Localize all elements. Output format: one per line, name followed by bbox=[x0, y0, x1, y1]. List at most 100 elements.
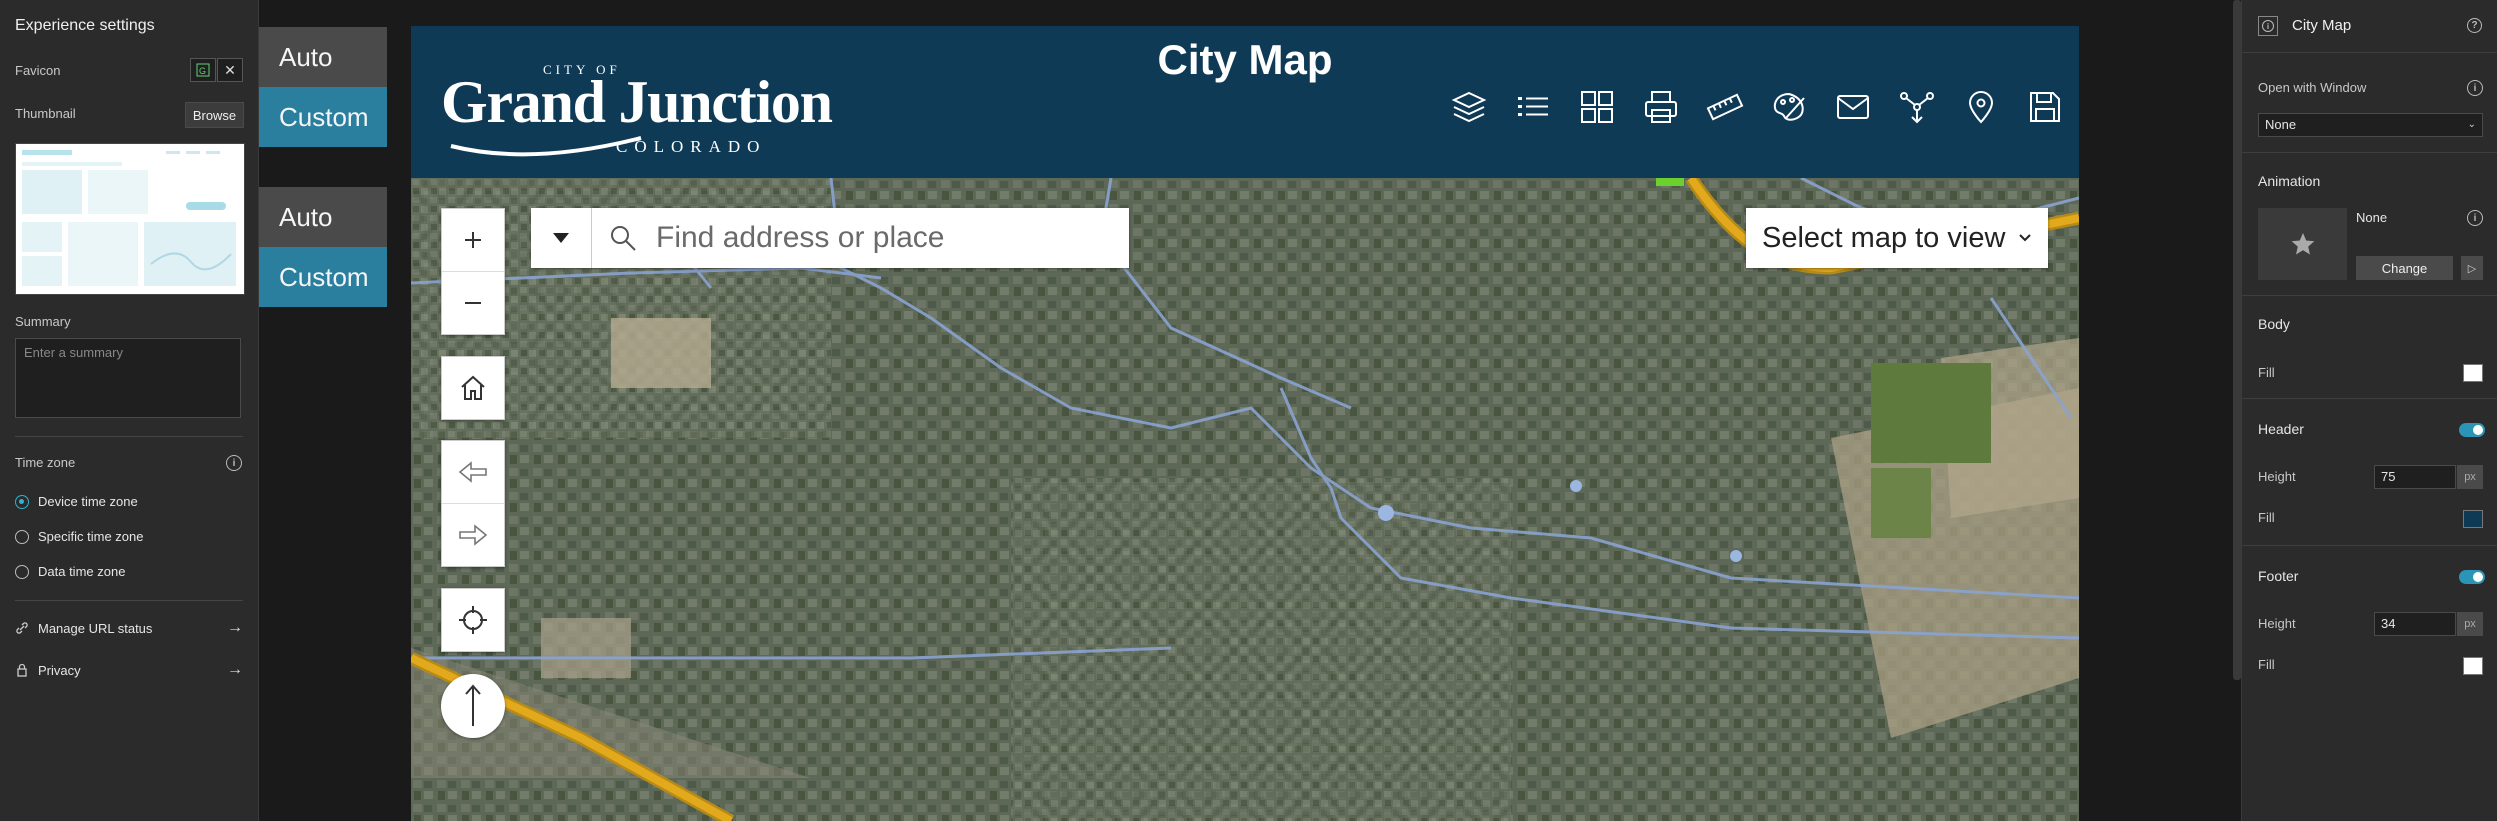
body-label: Body bbox=[2258, 316, 2290, 332]
page-settings-panel: i City Map ? Open with Window i None ⌄ A… bbox=[2241, 0, 2497, 821]
open-with-window-value: None bbox=[2265, 117, 2297, 132]
divider bbox=[15, 600, 243, 601]
auto-mode-button[interactable]: Auto bbox=[259, 27, 387, 87]
info-icon[interactable]: i bbox=[2467, 210, 2483, 226]
open-with-window-label: Open with Window bbox=[2258, 80, 2367, 95]
animation-label: Animation bbox=[2258, 173, 2321, 189]
zoom-in-button[interactable] bbox=[442, 209, 504, 271]
header-fill-swatch[interactable] bbox=[2463, 510, 2483, 528]
locate-pin-icon[interactable] bbox=[1949, 82, 2013, 132]
layers-icon[interactable] bbox=[1437, 82, 1501, 132]
play-icon: ▷ bbox=[2467, 262, 2477, 275]
divider bbox=[2242, 398, 2497, 399]
share-email-icon[interactable] bbox=[1821, 82, 1885, 132]
browse-button[interactable]: Browse bbox=[185, 102, 244, 128]
map-select-dropdown[interactable]: Select map to view bbox=[1746, 208, 2048, 268]
home-control bbox=[441, 356, 505, 420]
crosshair-icon bbox=[459, 606, 487, 634]
arrow-left-icon bbox=[458, 461, 487, 483]
open-with-window-select[interactable]: None ⌄ bbox=[2258, 113, 2483, 137]
mode-toggle-group: Auto Custom bbox=[259, 27, 387, 147]
measure-icon[interactable] bbox=[1693, 82, 1757, 132]
search-widget bbox=[531, 208, 1129, 268]
map-view[interactable]: Select map to view bbox=[411, 178, 2079, 821]
footer-toggle[interactable] bbox=[2459, 570, 2485, 584]
thumbnail-preview[interactable] bbox=[15, 143, 245, 295]
draw-icon[interactable] bbox=[1757, 82, 1821, 132]
radio-specific-time-zone[interactable] bbox=[15, 530, 29, 544]
footer-fill-swatch[interactable] bbox=[2463, 657, 2483, 675]
header-label: Header bbox=[2258, 421, 2304, 437]
info-icon[interactable]: i bbox=[226, 455, 242, 471]
divider bbox=[15, 436, 243, 437]
radio-label-data: Data time zone bbox=[38, 564, 126, 579]
previous-extent-button[interactable] bbox=[442, 441, 504, 503]
header-toggle[interactable] bbox=[2459, 423, 2485, 437]
zoom-out-button[interactable] bbox=[442, 271, 504, 334]
panel-title: Experience settings bbox=[15, 17, 155, 34]
custom-mode-button[interactable]: Custom bbox=[259, 247, 387, 307]
manage-url-status-link[interactable]: Manage URL status → bbox=[15, 619, 243, 639]
help-icon[interactable]: ? bbox=[2467, 18, 2482, 33]
page-icon: i bbox=[2258, 16, 2278, 36]
custom-mode-button[interactable]: Custom bbox=[259, 87, 387, 147]
panel-header: i City Map ? bbox=[2242, 0, 2497, 53]
basemap-gallery-icon[interactable] bbox=[1565, 82, 1629, 132]
print-icon[interactable] bbox=[1629, 82, 1693, 132]
page-name: City Map bbox=[2292, 17, 2352, 34]
info-icon: i bbox=[2262, 20, 2274, 32]
summary-textarea[interactable]: Enter a summary bbox=[15, 338, 241, 418]
canvas-scrollbar[interactable] bbox=[2233, 0, 2241, 680]
search-source-dropdown[interactable] bbox=[531, 208, 592, 268]
header-height-unit: px bbox=[2457, 465, 2483, 489]
animation-preview bbox=[2258, 208, 2347, 280]
radio-label-specific: Specific time zone bbox=[38, 529, 144, 544]
caret-down-icon bbox=[553, 233, 569, 243]
remove-favicon-button[interactable]: ✕ bbox=[217, 58, 243, 82]
next-extent-button[interactable] bbox=[442, 503, 504, 566]
radio-device-time-zone[interactable] bbox=[15, 495, 29, 509]
privacy-link[interactable]: Privacy → bbox=[15, 661, 243, 681]
search-input[interactable] bbox=[654, 208, 1129, 268]
footer-height-input[interactable]: 34 bbox=[2374, 612, 2456, 636]
footer-height-label: Height bbox=[2258, 616, 2296, 631]
auto-mode-button[interactable]: Auto bbox=[259, 187, 387, 247]
chevron-down-icon: ⌄ bbox=[2467, 119, 2476, 130]
home-icon bbox=[461, 375, 485, 400]
page-canvas[interactable]: CITY OF Grand Junction COLORADO City Map bbox=[411, 26, 2079, 821]
extent-navigation bbox=[441, 440, 505, 567]
body-fill-label: Fill bbox=[2258, 365, 2275, 380]
chevron-down-icon bbox=[2019, 234, 2031, 242]
home-button[interactable] bbox=[442, 357, 504, 419]
legend-list-icon[interactable] bbox=[1501, 82, 1565, 132]
select-icon[interactable] bbox=[1885, 82, 1949, 132]
play-animation-button[interactable]: ▷ bbox=[2461, 256, 2483, 280]
radio-data-time-zone[interactable] bbox=[15, 565, 29, 579]
site-header[interactable]: CITY OF Grand Junction COLORADO City Map bbox=[411, 26, 2079, 178]
header-height-input[interactable]: 75 bbox=[2374, 465, 2456, 489]
lock-icon bbox=[15, 663, 29, 680]
header-height-label: Height bbox=[2258, 469, 2296, 484]
search-icon bbox=[592, 208, 654, 268]
north-arrow-icon bbox=[465, 684, 481, 726]
manage-url-status-label: Manage URL status bbox=[38, 621, 153, 636]
arrow-right-icon: → bbox=[227, 619, 243, 636]
info-icon[interactable]: i bbox=[2467, 80, 2483, 96]
save-icon[interactable] bbox=[2013, 82, 2077, 132]
aerial-basemap bbox=[411, 178, 2079, 821]
radio-label-device: Device time zone bbox=[38, 494, 138, 509]
my-location-button[interactable] bbox=[442, 589, 504, 651]
logo-line2: Grand Junction bbox=[441, 69, 833, 135]
header-fill-label: Fill bbox=[2258, 510, 2275, 525]
favicon-preview[interactable]: G bbox=[190, 58, 216, 82]
locate-control bbox=[441, 588, 505, 652]
animation-value: None bbox=[2356, 210, 2388, 225]
footer-label: Footer bbox=[2258, 568, 2299, 584]
change-animation-button[interactable]: Change bbox=[2356, 256, 2453, 280]
compass-button[interactable] bbox=[441, 674, 505, 738]
summary-label: Summary bbox=[15, 314, 71, 329]
thumbnail-label: Thumbnail bbox=[15, 106, 76, 121]
body-fill-swatch[interactable] bbox=[2463, 364, 2483, 382]
star-icon bbox=[2291, 233, 2314, 255]
privacy-label: Privacy bbox=[38, 663, 81, 678]
